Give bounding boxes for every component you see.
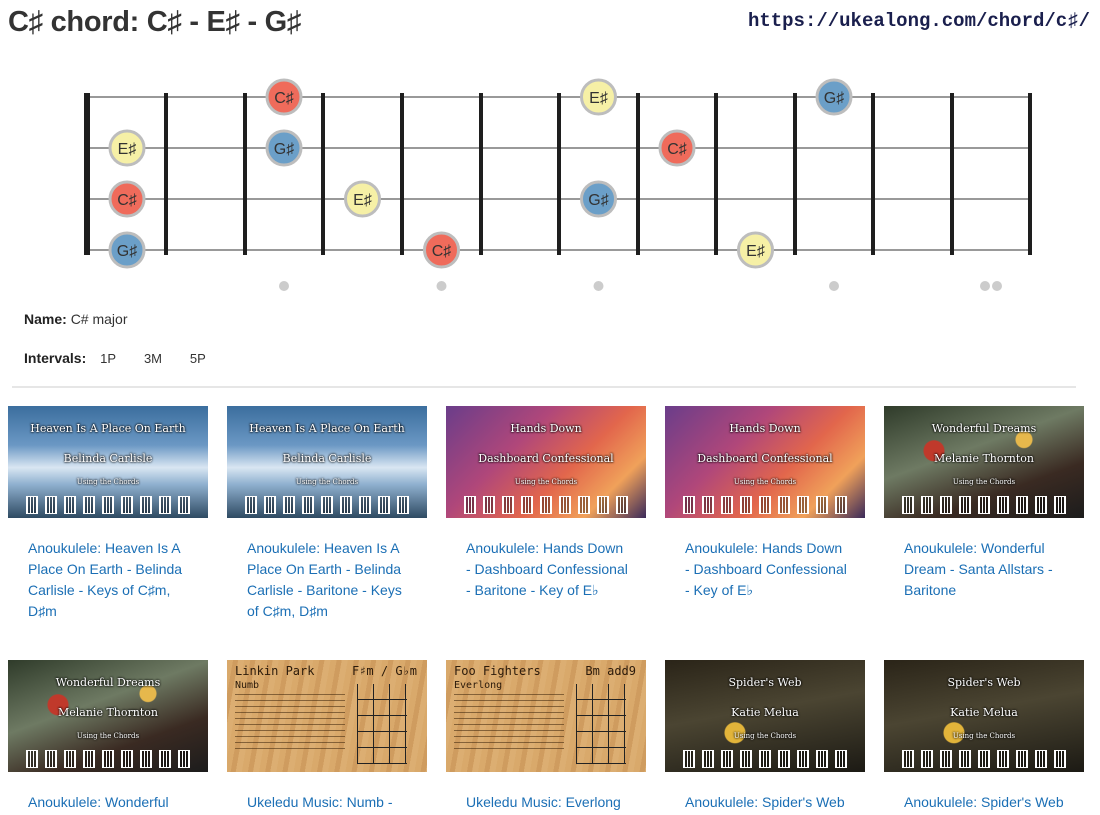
fret-marker-12b <box>992 281 1002 291</box>
note-label-7: C♯ <box>117 192 137 209</box>
interval-2: 3M <box>143 351 162 366</box>
thumb-song-title: Hands Down <box>510 422 582 435</box>
page-url[interactable]: https://ukealong.com/chord/c♯/ <box>748 10 1090 32</box>
video-title-link[interactable]: Ukeledu Music: Numb - <box>247 792 412 813</box>
thumb-band: Linkin Park <box>235 664 315 678</box>
fret-marker-12a <box>980 281 990 291</box>
thumb-chord-name: F♯m / G♭m <box>351 664 417 678</box>
thumb-artist: Melanie Thornton <box>58 706 158 719</box>
thumb-artist: Katie Melua <box>731 706 799 719</box>
chord-diagram <box>357 684 407 764</box>
thumb-artist: Belinda Carlisle <box>63 452 153 465</box>
intervals-label: Intervals: <box>24 350 87 366</box>
thumb-caption: Using the Chords <box>76 732 140 740</box>
thumb-artist: Belinda Carlisle <box>282 452 372 465</box>
thumb-artist: Dashboard Confessional <box>478 452 614 465</box>
video-title-link[interactable]: Anoukulele: Spider's Web <box>904 792 1069 813</box>
video-title-link[interactable]: Anoukulele: Hands Down - Dashboard Confe… <box>685 538 850 601</box>
thumb-song-title: Heaven Is A Place On Earth <box>249 422 405 435</box>
video-title-link[interactable]: Anoukulele: Wonderful <box>28 792 193 813</box>
thumb-chord-name: Bm add9 <box>585 664 636 678</box>
video-title-link[interactable]: Anoukulele: Heaven Is A Place On Earth -… <box>247 538 412 622</box>
thumb-caption: Using the Chords <box>952 732 1016 740</box>
video-thumbnail[interactable]: Heaven Is A Place On Earth Belinda Carlis… <box>8 406 208 518</box>
thumb-song-title: Wonderful Dreams <box>55 676 161 689</box>
note-label-9: G♯ <box>588 192 608 209</box>
name-label: Name: <box>24 311 67 327</box>
thumb-band: Foo Fighters <box>454 664 541 678</box>
note-label-6: C♯ <box>667 141 687 158</box>
thumb-song-title: Spider's Web <box>947 676 1021 689</box>
chord-strip <box>464 496 628 514</box>
interval-1: 1P <box>100 351 117 366</box>
thumb-song: Everlong <box>454 680 503 691</box>
video-title-link[interactable]: Ukeledu Music: Everlong <box>466 792 631 813</box>
fret-marker-10 <box>829 281 839 291</box>
video-title-link[interactable]: Anoukulele: Heaven Is A Place On Earth -… <box>28 538 193 622</box>
fret-marker-7 <box>593 281 604 291</box>
chord-name-row: Name: C# major <box>24 311 127 327</box>
section-divider <box>12 386 1076 388</box>
thumb-song-title: Hands Down <box>729 422 801 435</box>
video-title-link[interactable]: Anoukulele: Spider's Web <box>685 792 850 813</box>
fret-marker-5 <box>436 281 447 291</box>
chord-strip <box>683 496 847 514</box>
video-title-link[interactable]: Anoukulele: Wonderful Dream - Santa Alls… <box>904 538 1069 601</box>
thumb-caption: Using the Chords <box>952 478 1016 486</box>
video-thumbnail[interactable]: Wonderful Dreams Melanie Thornton Using th… <box>8 660 208 772</box>
chord-strip <box>683 750 847 768</box>
chord-strip <box>26 750 190 768</box>
video-thumbnail[interactable]: Hands Down Dashboard Confessional Using th… <box>446 406 646 518</box>
thumb-artist: Dashboard Confessional <box>697 452 833 465</box>
thumb-song: Numb <box>235 680 260 691</box>
note-label-10: G♯ <box>117 243 137 260</box>
thumb-caption: Using the Chords <box>76 478 140 486</box>
video-title-link[interactable]: Anoukulele: Hands Down - Dashboard Confe… <box>466 538 631 601</box>
thumb-song-title: Heaven Is A Place On Earth <box>30 422 186 435</box>
fret-marker-3 <box>279 281 289 291</box>
thumb-song-title: Wonderful Dreams <box>931 422 1037 435</box>
video-thumbnail[interactable]: Linkin Park Numb F♯m / G♭m <box>227 660 427 772</box>
note-label-12: E♯ <box>746 243 765 260</box>
intervals-row: Intervals: 1P 3M 5P <box>24 350 220 366</box>
interval-3: 5P <box>189 351 206 366</box>
chord-diagram <box>576 684 626 764</box>
lyrics-lines <box>454 694 564 754</box>
note-label-1: C♯ <box>274 90 294 107</box>
chord-name-value: C# major <box>70 311 128 327</box>
thumb-artist: Melanie Thornton <box>934 452 1034 465</box>
thumb-artist: Katie Melua <box>950 706 1018 719</box>
note-label-8: E♯ <box>353 192 372 209</box>
thumb-caption: Using the Chords <box>514 478 578 486</box>
chord-strip <box>902 496 1066 514</box>
note-label-11: C♯ <box>432 243 452 260</box>
chord-strip <box>245 496 409 514</box>
video-thumbnail[interactable]: Spider's Web Katie Melua Using the Chords <box>665 660 865 772</box>
video-thumbnail[interactable]: Foo Fighters Everlong Bm add9 <box>446 660 646 772</box>
page-title: C♯ chord: C♯ - E♯ - G♯ <box>8 6 302 38</box>
thumb-caption: Using the Chords <box>733 478 797 486</box>
thumb-caption: Using the Chords <box>295 478 359 486</box>
note-label-2: E♯ <box>589 90 608 107</box>
lyrics-lines <box>235 694 345 754</box>
fretboard-diagram: C♯ E♯ G♯ E♯ G♯ C♯ C♯ E♯ G♯ G♯ C♯ E♯ <box>84 78 1032 291</box>
chord-strip <box>902 750 1066 768</box>
video-thumbnail[interactable]: Hands Down Dashboard Confessional Using th… <box>665 406 865 518</box>
thumb-song-title: Spider's Web <box>728 676 802 689</box>
note-label-5: G♯ <box>274 141 294 158</box>
chord-strip <box>26 496 190 514</box>
note-label-3: G♯ <box>824 90 844 107</box>
video-thumbnail[interactable]: Wonderful Dreams Melanie Thornton Using th… <box>884 406 1084 518</box>
thumb-caption: Using the Chords <box>733 732 797 740</box>
note-label-4: E♯ <box>118 141 137 158</box>
video-thumbnail[interactable]: Spider's Web Katie Melua Using the Chords <box>884 660 1084 772</box>
video-thumbnail[interactable]: Heaven Is A Place On Earth Belinda Carlis… <box>227 406 427 518</box>
